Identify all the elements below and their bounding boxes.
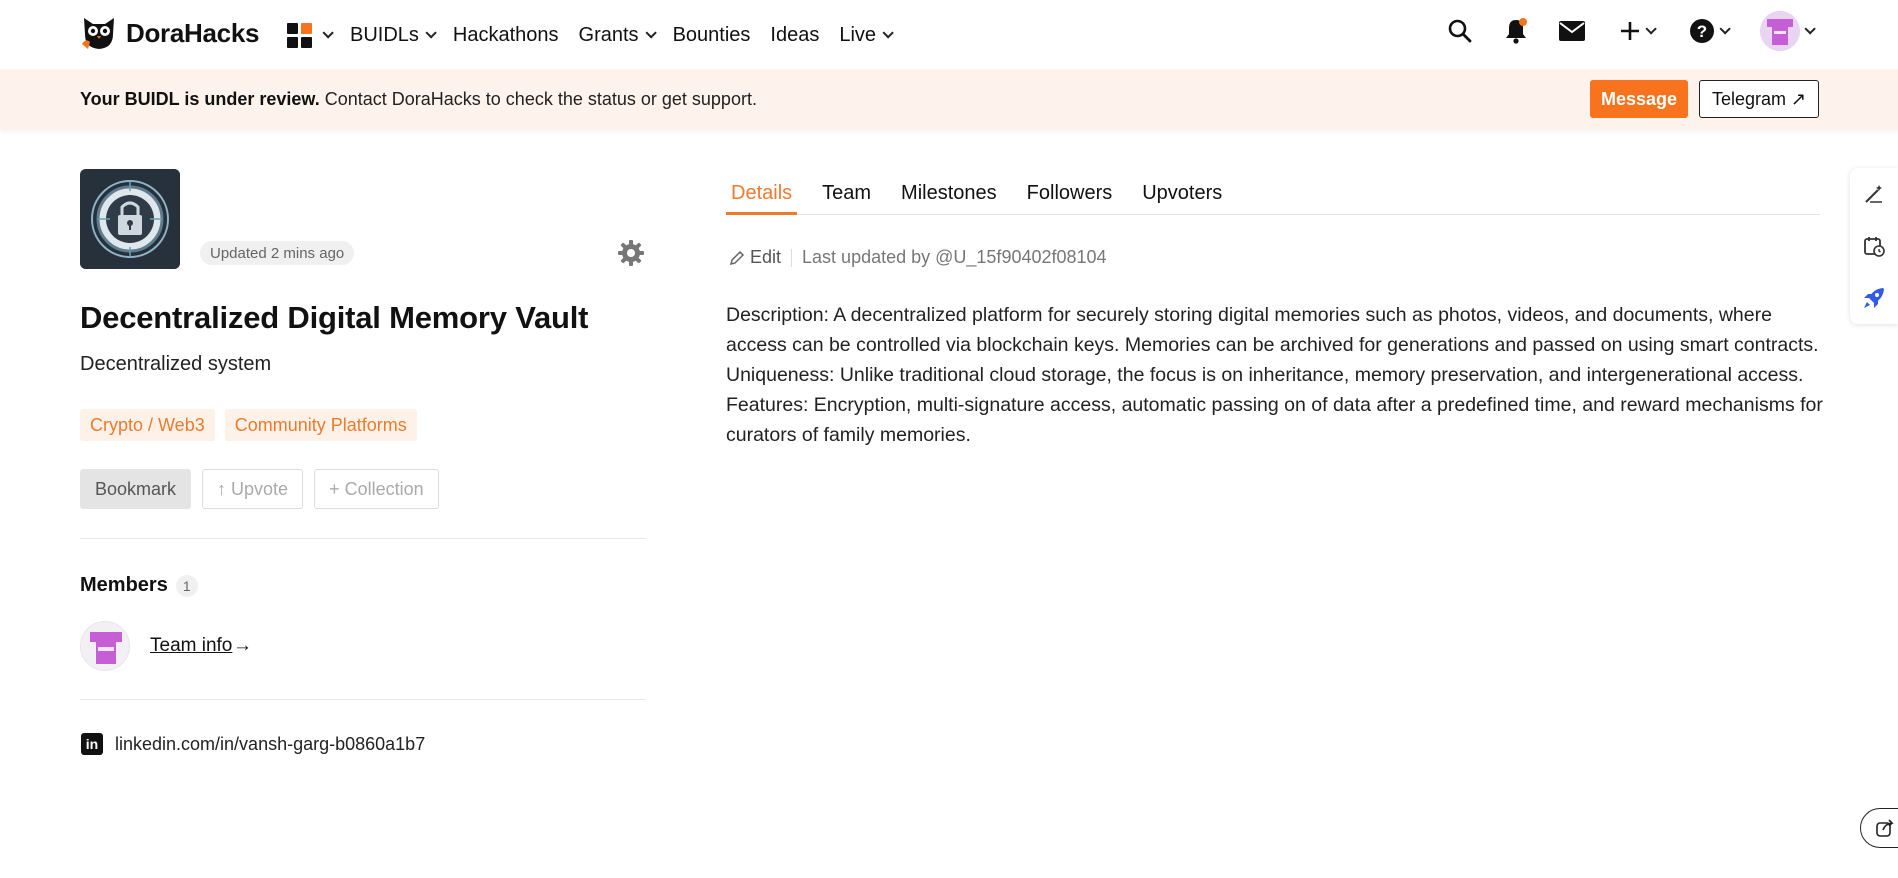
arrow-right-icon: → [233,635,252,656]
svg-text:?: ? [1697,22,1707,41]
tab-followers[interactable]: Followers [1022,178,1118,215]
magic-wand-icon [1865,185,1882,203]
nav-grants-label: Grants [578,23,639,46]
updated-badge: Updated 2 mins ago [200,241,355,265]
linkedin-link[interactable]: linkedin.com/in/vansh-garg-b0860a1b7 [115,734,425,755]
user-avatar-icon [81,622,129,670]
divider [80,699,646,700]
apps-grid-icon [287,22,312,48]
share-button[interactable] [1860,808,1898,848]
tag-community-platforms[interactable]: Community Platforms [224,409,417,441]
floating-toolbar [1850,168,1898,324]
edit-button[interactable]: Edit [729,247,781,268]
schedule-button[interactable] [1850,220,1898,272]
nav-hackathons[interactable]: Hackathons [453,20,559,50]
mail-icon [1559,21,1585,41]
user-avatar-icon [1760,11,1800,51]
chevron-down-icon [1804,23,1816,35]
members-count-badge: 1 [175,574,198,597]
tab-milestones[interactable]: Milestones [896,178,1002,215]
tag-crypto-web3[interactable]: Crypto / Web3 [80,409,215,441]
header-actions: ? [1445,11,1816,51]
project-tabs: Details Team Milestones Followers Upvote… [726,178,1820,215]
main-nav: BUIDLs Hackathons Grants Bounties Ideas … [287,20,910,50]
member-avatar[interactable] [80,621,130,671]
apps-menu[interactable] [287,20,334,50]
calendar-clock-icon [1864,237,1885,257]
edit-label: Edit [750,247,782,267]
project-actions: Bookmark ↑ Upvote + Collection [80,469,439,509]
notification-dot [1519,18,1527,26]
add-collection-button[interactable]: + Collection [314,469,439,509]
vault-lock-logo-icon [80,169,180,269]
user-menu-button[interactable] [1757,11,1816,51]
search-button[interactable] [1445,16,1475,46]
separator [791,248,793,267]
nav-grants[interactable]: Grants [578,20,657,50]
project-tags: Crypto / Web3 Community Platforms [80,409,417,441]
nav-live-label: Live [839,23,877,46]
chevron-down-icon [425,27,437,39]
review-help-text: Contact DoraHacks to check the status or… [319,89,757,109]
pencil-icon [729,250,745,265]
top-navbar: DoraHacks BUIDLs Hackathons Grants Bount… [0,0,1898,69]
boost-button[interactable] [1850,272,1898,324]
project-logo [80,169,180,269]
nav-hackathons-label: Hackathons [452,23,559,46]
rocket-icon [1864,288,1884,308]
project-title: Decentralized Digital Memory Vault [80,300,589,335]
chevron-down-icon [645,27,657,39]
brand-name: DoraHacks [126,17,260,48]
share-icon [1876,819,1894,837]
bookmark-button[interactable]: Bookmark [80,469,192,509]
linkedin-icon: in [81,733,103,755]
search-icon [1448,19,1472,43]
members-heading: Members 1 [80,574,198,597]
owl-logo-icon [82,18,114,49]
team-info-link[interactable]: Team info [150,635,232,657]
message-button[interactable]: Message [1590,80,1688,118]
notifications-button[interactable] [1501,16,1531,46]
review-banner-text: Your BUIDL is under review. Contact Dora… [80,89,757,110]
review-banner: Your BUIDL is under review. Contact Dora… [0,69,1898,130]
chevron-down-icon [1719,23,1731,35]
project-subtitle: Decentralized system [80,353,272,375]
dorahacks-logo[interactable]: DoraHacks [80,14,259,52]
nav-buidls[interactable]: BUIDLs [350,20,437,50]
messages-button[interactable] [1557,16,1587,46]
chevron-down-icon [322,27,334,39]
project-description: Description: A decentralized platform fo… [726,304,1823,446]
settings-button[interactable] [617,239,645,267]
tab-details[interactable]: Details [726,178,798,215]
members-label: Members [80,574,168,596]
divider [80,538,646,539]
upvote-button[interactable]: ↑ Upvote [202,469,304,509]
gear-icon [618,240,644,266]
chevron-down-icon [1645,23,1657,35]
last-updated-text: Last updated by @U_15f90402f08104 [802,247,1107,267]
nav-bounties-label: Bounties [672,23,751,46]
avatar [1760,11,1800,51]
telegram-button[interactable]: Telegram ↗ [1699,80,1819,118]
nav-ideas-label: Ideas [770,23,820,46]
tab-upvoters[interactable]: Upvoters [1137,178,1227,215]
nav-buidls-label: BUIDLs [350,23,419,46]
create-menu-button[interactable] [1613,16,1659,46]
plus-icon [1621,22,1639,40]
ai-edit-button[interactable] [1850,168,1898,220]
nav-live[interactable]: Live [839,20,894,50]
edit-row: Edit Last updated by @U_15f90402f08104 [729,247,1107,268]
nav-bounties[interactable]: Bounties [673,20,751,50]
chevron-down-icon [882,27,894,39]
tab-team[interactable]: Team [817,178,876,215]
help-menu-button[interactable]: ? [1685,16,1731,46]
help-icon: ? [1690,19,1714,43]
review-status: Your BUIDL is under review. [80,89,320,109]
nav-ideas[interactable]: Ideas [770,20,819,50]
